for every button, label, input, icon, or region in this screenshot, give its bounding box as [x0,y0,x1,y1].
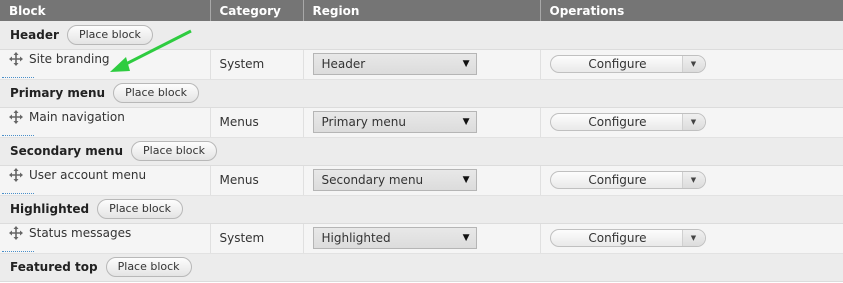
region-select-value: Primary menu [321,115,406,129]
region-cell: Highlighted ▼ [303,223,541,254]
dropbutton-toggle-icon[interactable]: ▼ [681,56,705,72]
block-cell: Main navigation [0,107,211,138]
category-cell: System [210,223,304,254]
region-cell: Highlighted Place block [0,195,843,224]
block-label: Status messages [29,226,132,241]
block-label: User account menu [29,168,147,183]
block-cell: User account menu [0,165,211,196]
tabledrag-indicator [2,76,34,78]
region-title: Primary menu [10,86,106,100]
region-row: Header Place block [0,21,843,50]
region-cell: Primary menu Place block [0,79,843,108]
region-cell: Primary menu ▼ [303,107,541,138]
place-block-button[interactable]: Place block [113,83,200,103]
dropbutton-toggle-icon[interactable]: ▼ [681,172,705,188]
block-row: Main navigation Menus Primary menu ▼ Configu… [0,107,843,138]
region-cell: Header Place block [0,21,843,50]
operations-cell: Configure ▼ [540,49,843,80]
operations-dropbutton: Configure ▼ [549,113,706,131]
configure-button[interactable]: Configure [551,114,685,130]
region-row: Featured top Place block [0,253,843,282]
chevron-down-icon: ▼ [462,233,470,243]
tabledrag-indicator [2,192,34,194]
chevron-down-icon: ▼ [462,117,470,127]
column-header-category: Category [210,0,304,21]
region-select[interactable]: Primary menu ▼ [312,111,477,133]
region-cell: Header ▼ [303,49,541,80]
block-label: Main navigation [29,110,125,125]
region-row: Highlighted Place block [0,195,843,224]
table-body: Header Place block Site branding System Head… [0,21,843,282]
configure-button[interactable]: Configure [551,172,685,188]
block-cell: Status messages [0,223,211,254]
operations-dropbutton: Configure ▼ [549,55,706,73]
category-cell: System [210,49,304,80]
column-header-operations: Operations [540,0,843,21]
block-layout-table: Block Category Region Operations Header P… [0,0,843,282]
column-header-block: Block [0,0,211,21]
place-block-button[interactable]: Place block [66,24,153,45]
dropbutton-toggle-icon[interactable]: ▼ [681,230,705,246]
operations-cell: Configure ▼ [540,223,843,254]
region-select[interactable]: Highlighted ▼ [312,227,477,249]
place-block-button[interactable]: Place block [105,257,192,277]
region-title: Highlighted [10,202,90,216]
chevron-down-icon: ▼ [462,59,470,69]
dropbutton-toggle-icon[interactable]: ▼ [681,114,705,130]
region-select-value: Highlighted [321,231,391,245]
region-title: Featured top [10,260,98,274]
tabledrag-indicator [2,134,34,136]
table-header-row: Block Category Region Operations [0,0,843,21]
region-cell: Secondary menu ▼ [303,165,541,196]
move-arrows-icon[interactable] [9,52,23,67]
block-cell: Site branding [0,49,211,80]
place-block-button[interactable]: Place block [97,199,184,219]
configure-button[interactable]: Configure [551,230,685,246]
tabledrag-indicator [2,250,34,252]
block-row: User account menu Menus Secondary menu ▼ Con… [0,165,843,196]
category-cell: Menus [210,165,304,196]
block-row: Site branding System Header ▼ Configure ▼ [0,49,843,80]
operations-dropbutton: Configure ▼ [549,171,706,189]
region-cell: Featured top Place block [0,253,843,282]
move-arrows-icon[interactable] [9,110,23,125]
region-select-value: Header [321,57,366,71]
region-title: Secondary menu [10,144,124,158]
region-row: Primary menu Place block [0,79,843,108]
operations-cell: Configure ▼ [540,107,843,138]
region-select-value: Secondary menu [321,173,424,187]
configure-button[interactable]: Configure [551,56,685,72]
place-block-button[interactable]: Place block [131,141,217,161]
move-arrows-icon[interactable] [9,168,23,183]
region-cell: Secondary menu Place block [0,137,843,166]
region-title: Header [10,27,59,42]
chevron-down-icon: ▼ [462,175,470,185]
operations-dropbutton: Configure ▼ [549,229,706,247]
region-select[interactable]: Header ▼ [312,53,477,75]
block-row: Status messages System Highlighted ▼ Configu… [0,223,843,254]
column-header-region: Region [303,0,541,21]
region-row: Secondary menu Place block [0,137,843,166]
move-arrows-icon[interactable] [9,226,23,241]
region-select[interactable]: Secondary menu ▼ [312,169,477,191]
operations-cell: Configure ▼ [540,165,843,196]
category-cell: Menus [210,107,304,138]
block-label: Site branding [29,52,110,67]
